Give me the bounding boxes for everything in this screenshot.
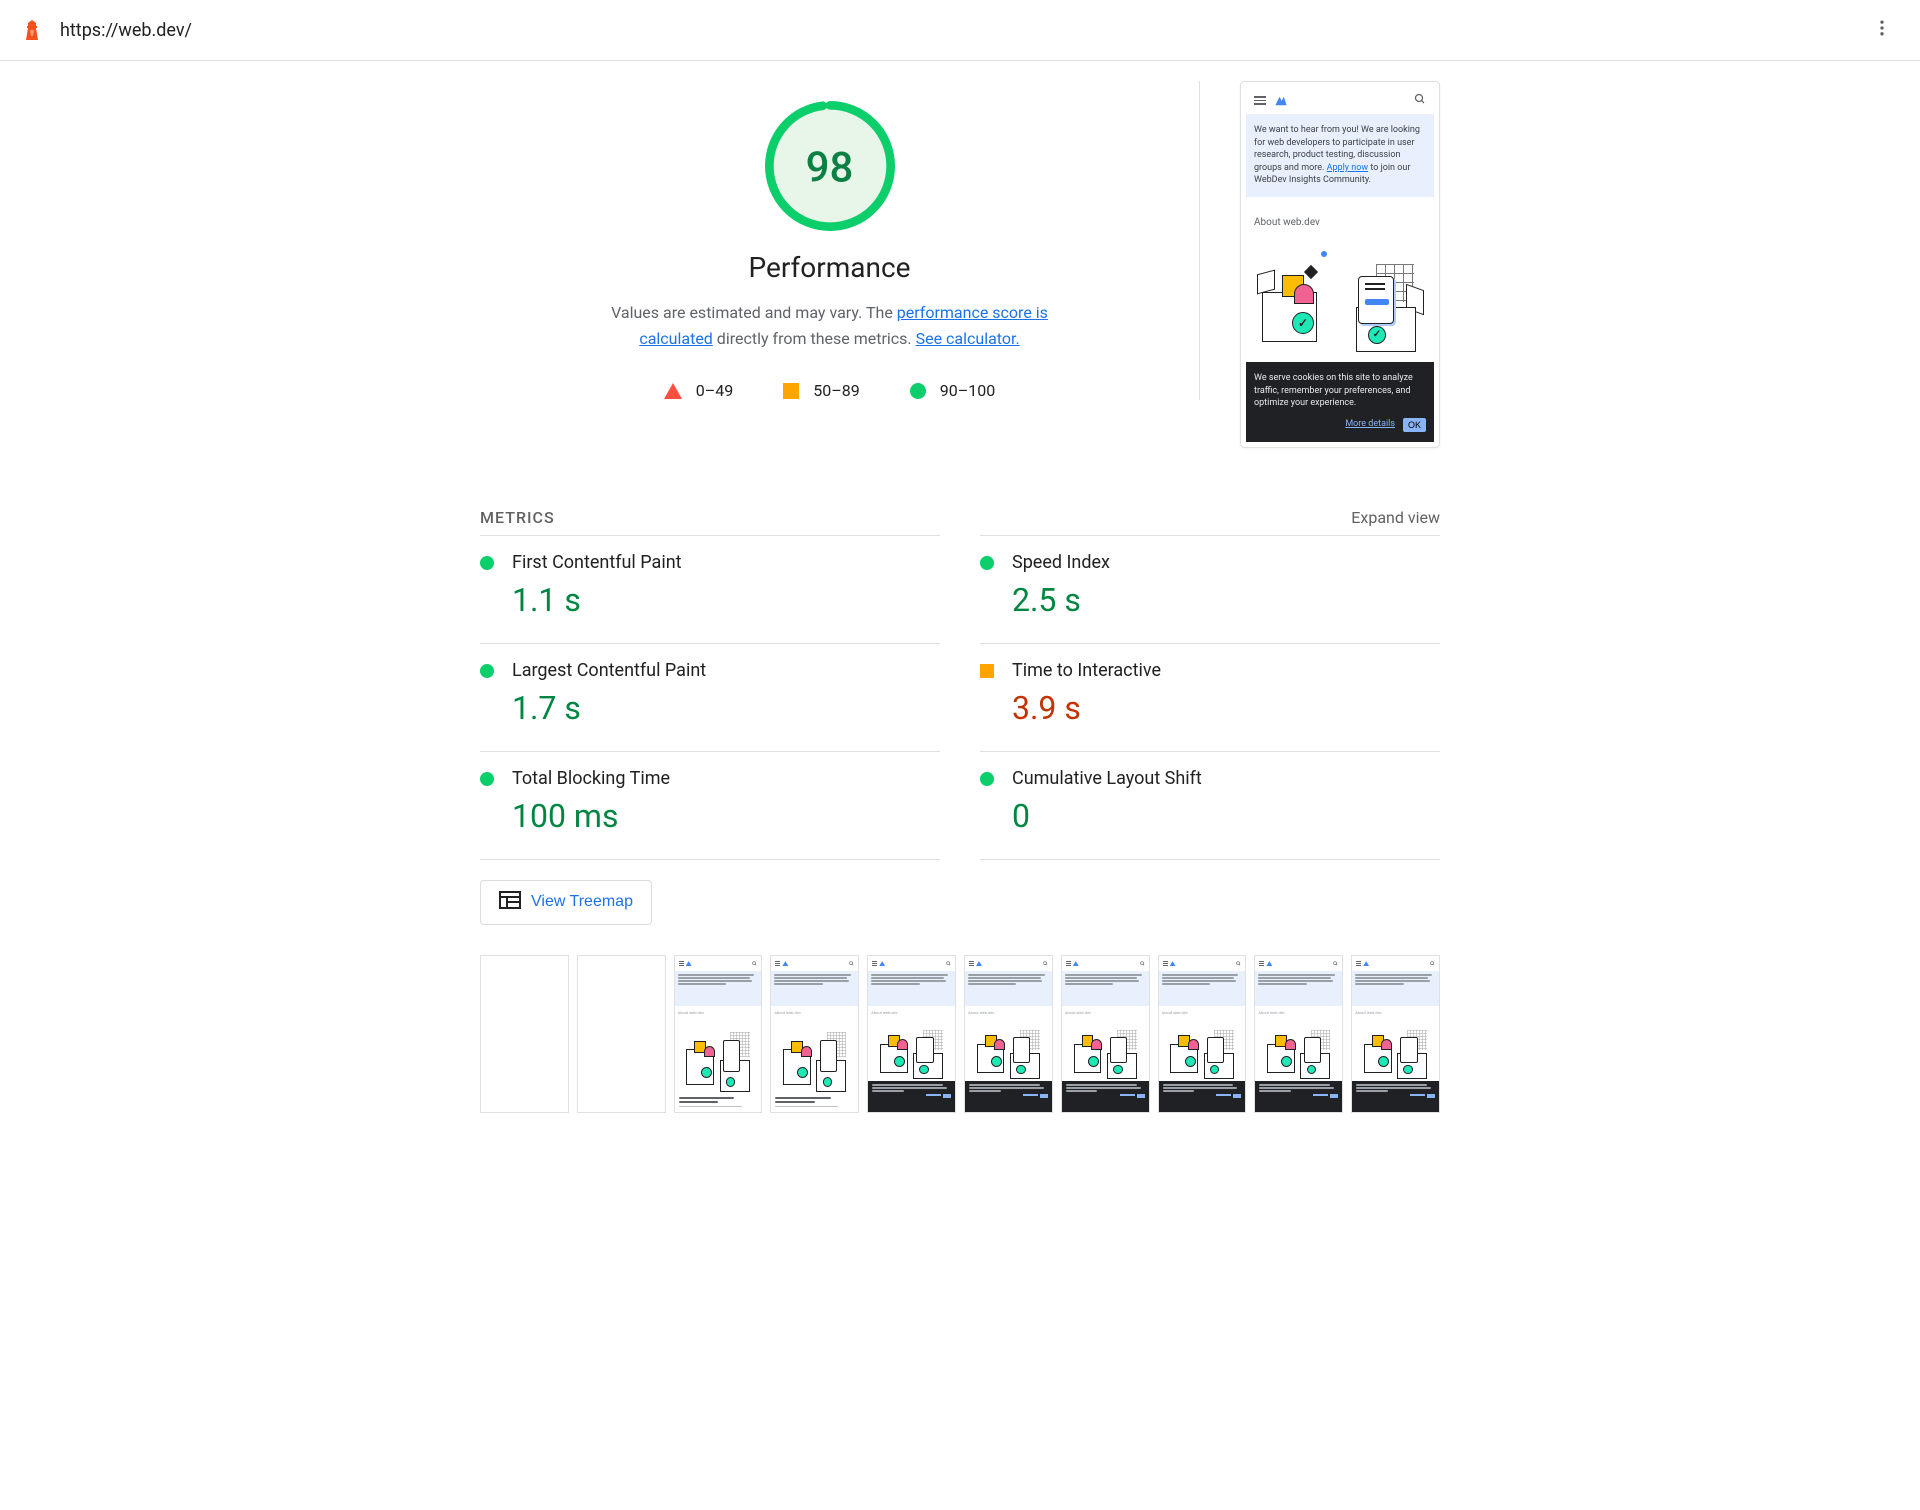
- about-heading: About web.dev: [1254, 217, 1426, 228]
- metric-value: 2.5 s: [1012, 581, 1440, 619]
- hamburger-icon: [1254, 96, 1266, 105]
- metric-name: Largest Contentful Paint: [512, 660, 940, 681]
- preview-cookie-banner: We serve cookies on this site to analyze…: [1246, 362, 1434, 442]
- performance-summary: 98 Performance Values are estimated and …: [480, 81, 1200, 400]
- metric-item: Largest Contentful Paint 1.7 s: [480, 643, 940, 751]
- metric-value: 3.9 s: [1012, 689, 1440, 727]
- metric-name: Time to Interactive: [1012, 660, 1440, 681]
- filmstrip-frame[interactable]: About web.dev: [1254, 955, 1343, 1114]
- topbar: https://web.dev/: [0, 0, 1920, 61]
- filmstrip-frame[interactable]: About web.dev: [867, 955, 956, 1114]
- metrics-heading: METRICS: [480, 508, 555, 527]
- metrics-grid: First Contentful Paint 1.1 s Speed Index…: [480, 535, 1440, 860]
- performance-score: 98: [806, 144, 854, 193]
- filmstrip-frame[interactable]: [480, 955, 569, 1114]
- filmstrip-frame[interactable]: About web.dev: [770, 955, 859, 1114]
- circle-icon: [910, 383, 926, 399]
- metric-item: Total Blocking Time 100 ms: [480, 751, 940, 859]
- preview-banner: We want to hear from you! We are looking…: [1246, 114, 1434, 197]
- lighthouse-icon: [20, 18, 44, 42]
- search-icon: [1414, 93, 1426, 108]
- metric-item: Cumulative Layout Shift 0: [980, 751, 1440, 859]
- metric-item: Time to Interactive 3.9 s: [980, 643, 1440, 751]
- page-screenshot-preview: We want to hear from you! We are looking…: [1240, 81, 1440, 448]
- filmstrip-frame[interactable]: About web.dev: [1061, 955, 1150, 1114]
- metric-value: 1.7 s: [512, 689, 940, 727]
- metric-status-icon: [980, 664, 994, 678]
- category-title: Performance: [480, 251, 1179, 284]
- score-description: Values are estimated and may vary. The p…: [600, 300, 1060, 351]
- page-url: https://web.dev/: [60, 20, 1864, 41]
- legend-average: 50–89: [783, 381, 859, 400]
- filmstrip-frame[interactable]: About web.dev: [674, 955, 763, 1114]
- metric-item: First Contentful Paint 1.1 s: [480, 535, 940, 643]
- metric-status-icon: [480, 772, 494, 786]
- metric-name: Cumulative Layout Shift: [1012, 768, 1440, 789]
- more-details-link: More details: [1345, 418, 1395, 431]
- score-legend: 0–49 50–89 90–100: [480, 381, 1179, 400]
- square-icon: [783, 383, 799, 399]
- legend-fail: 0–49: [664, 381, 733, 400]
- filmstrip-frame[interactable]: About web.dev: [1158, 955, 1247, 1114]
- view-treemap-button[interactable]: View Treemap: [480, 880, 652, 925]
- metric-value: 1.1 s: [512, 581, 940, 619]
- ok-button: OK: [1403, 418, 1426, 432]
- metric-value: 100 ms: [512, 797, 940, 835]
- legend-pass: 90–100: [910, 381, 995, 400]
- metric-value: 0: [1012, 797, 1440, 835]
- filmstrip-frame[interactable]: About web.dev: [1351, 955, 1440, 1114]
- performance-gauge: 98: [765, 101, 895, 235]
- filmstrip-frame[interactable]: [577, 955, 666, 1114]
- metric-name: Speed Index: [1012, 552, 1440, 573]
- metric-status-icon: [480, 664, 494, 678]
- webdev-logo-icon: [1274, 95, 1288, 107]
- apply-now-link: Apply now: [1327, 163, 1369, 173]
- see-calculator-link[interactable]: See calculator.: [916, 329, 1020, 348]
- expand-view-toggle[interactable]: Expand view: [1351, 508, 1440, 527]
- metric-status-icon: [980, 772, 994, 786]
- metric-name: Total Blocking Time: [512, 768, 940, 789]
- filmstrip-frame[interactable]: About web.dev: [964, 955, 1053, 1114]
- metric-item: Speed Index 2.5 s: [980, 535, 1440, 643]
- metric-status-icon: [480, 556, 494, 570]
- more-menu-button[interactable]: [1864, 10, 1900, 50]
- preview-illustration: ✓ ✓: [1254, 242, 1426, 352]
- treemap-icon: [499, 891, 521, 914]
- filmstrip: About web.dev About web.dev About web.de…: [480, 955, 1440, 1114]
- metric-name: First Contentful Paint: [512, 552, 940, 573]
- metric-status-icon: [980, 556, 994, 570]
- triangle-icon: [664, 383, 682, 399]
